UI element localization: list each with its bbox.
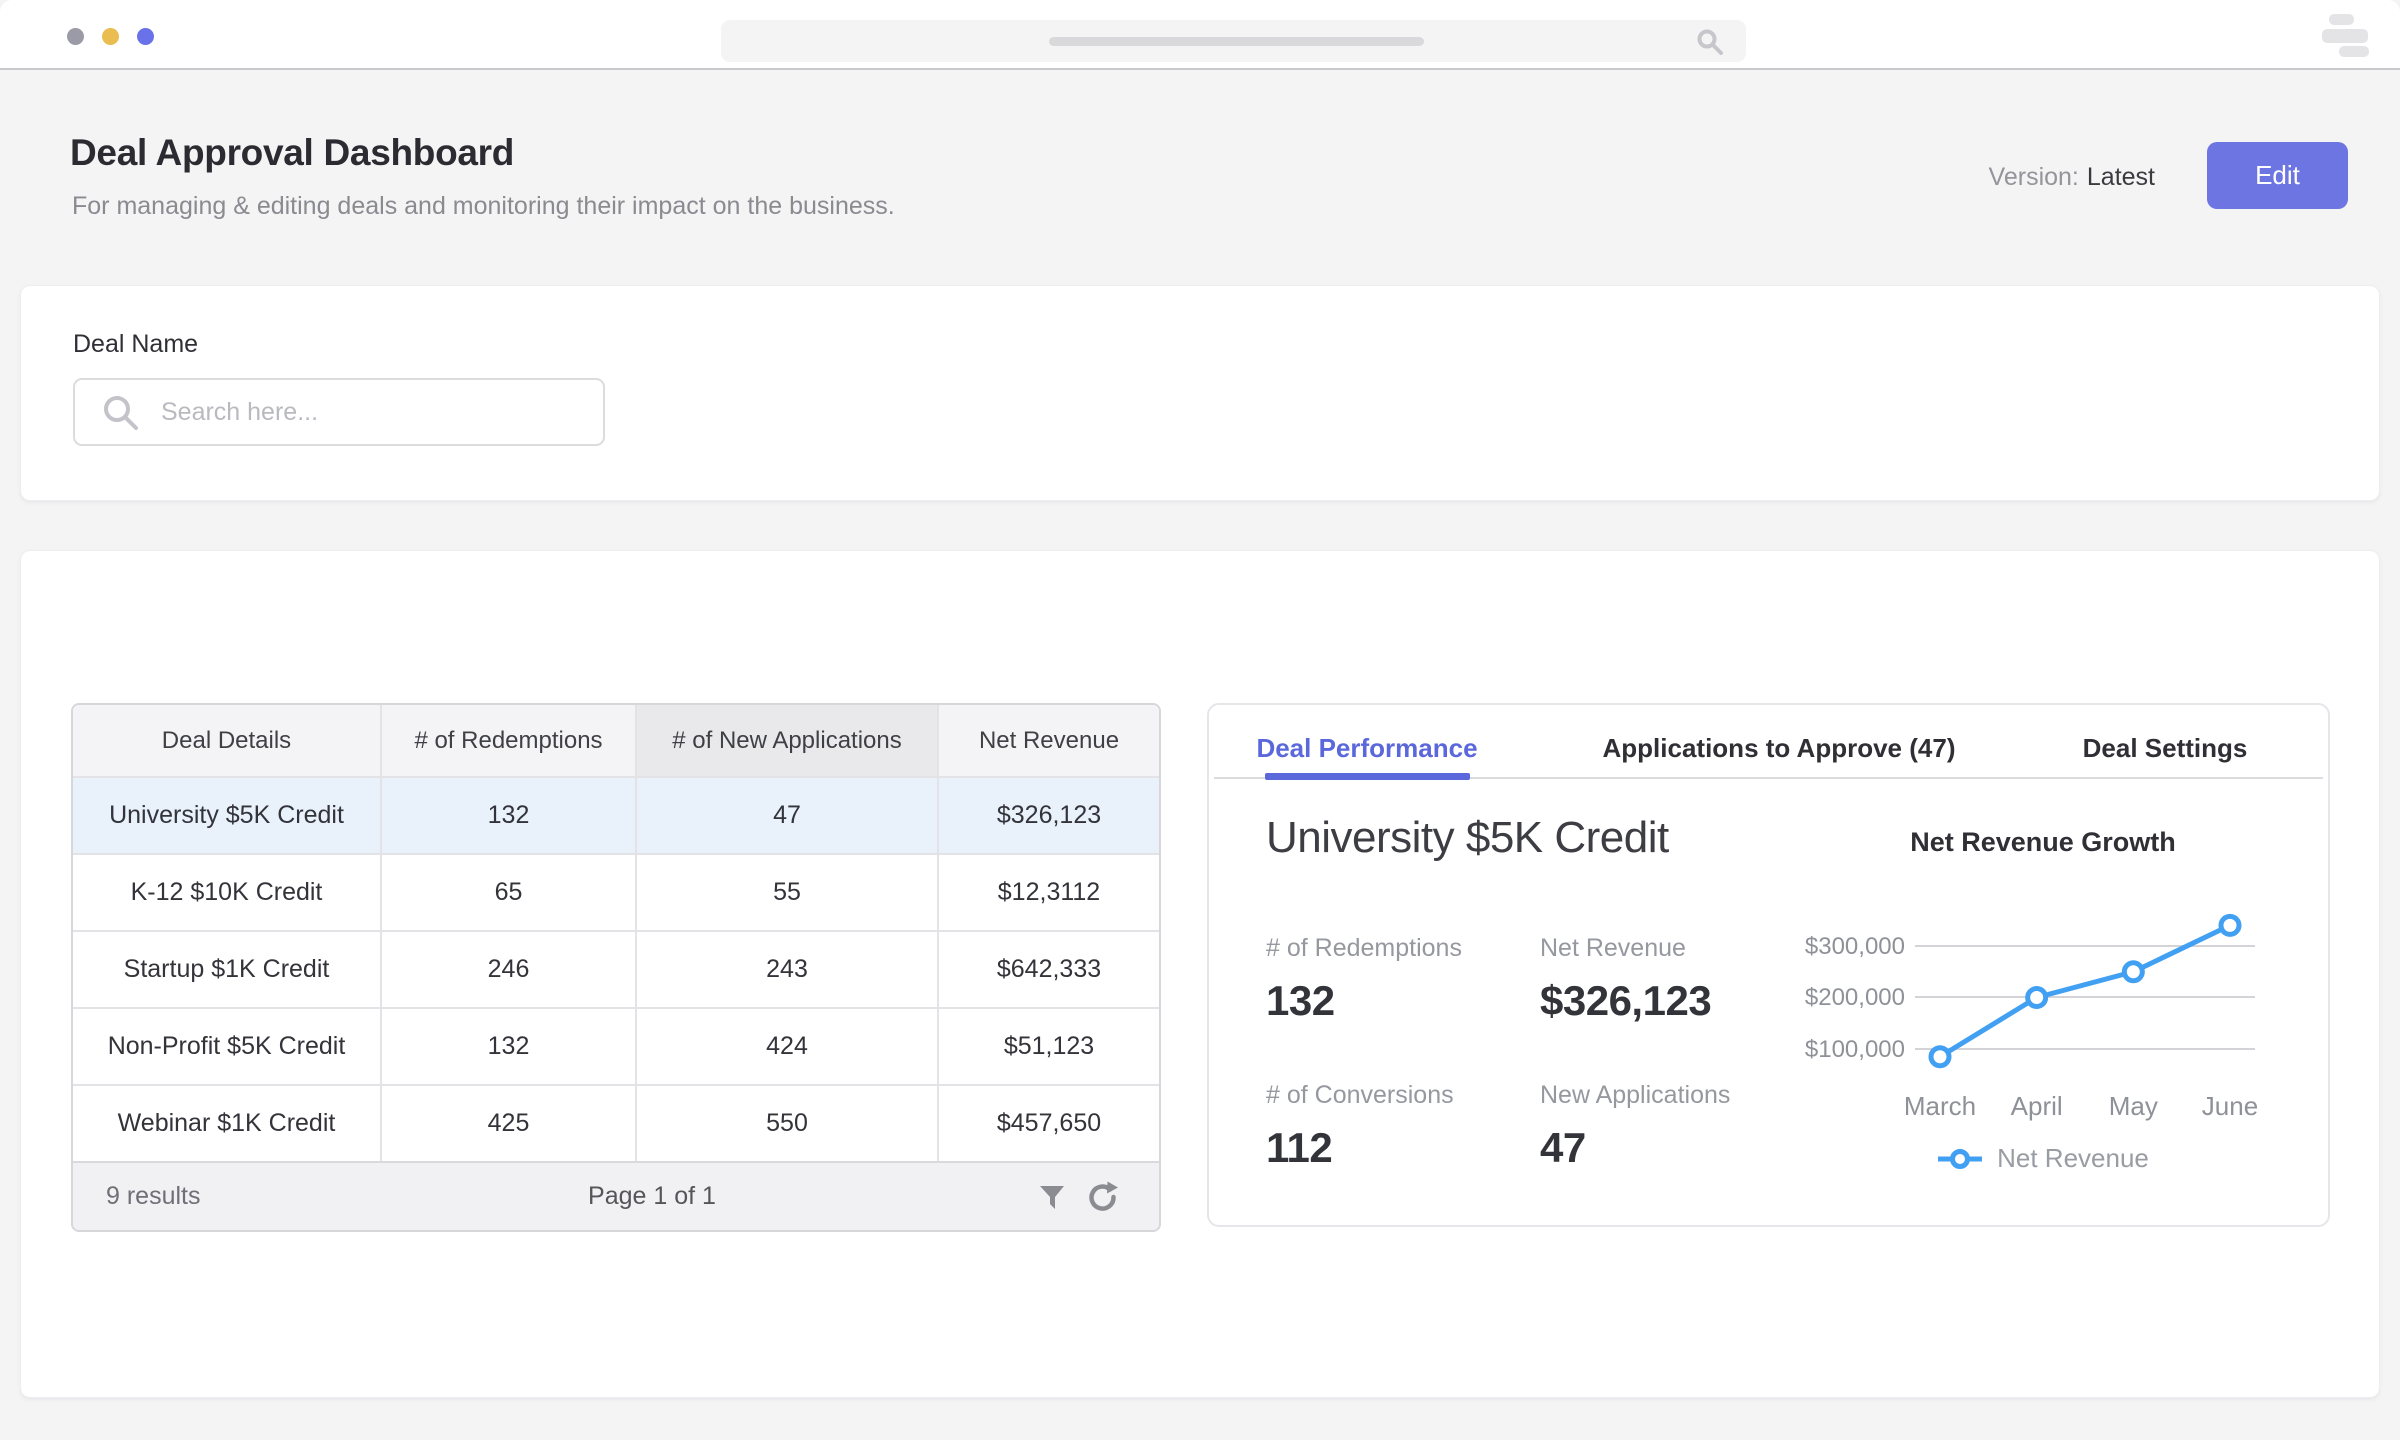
pagination-label: Page 1 of 1	[588, 1182, 716, 1211]
filter-button[interactable]	[1033, 1178, 1071, 1216]
cell-new-applications: 47	[635, 778, 937, 853]
cell-deal-name: University $5K Credit	[73, 778, 380, 853]
net-revenue-chart: Net Revenue Growth $300,000 $200,000 $100,…	[1793, 705, 2303, 1229]
results-count: 9 results	[106, 1182, 200, 1211]
chart-legend: Net Revenue	[1793, 1143, 2293, 1174]
stat-label: New Applications	[1540, 1081, 1810, 1110]
menu-bar-bottom	[2339, 46, 2369, 57]
cell-deal-name: Startup $1K Credit	[73, 932, 380, 1007]
table-row[interactable]: University $5K Credit 132 47 $326,123	[73, 776, 1159, 853]
svg-text:April: April	[2011, 1091, 2063, 1121]
cell-new-applications: 424	[635, 1009, 937, 1084]
version-value: Latest	[2087, 163, 2155, 191]
svg-text:$200,000: $200,000	[1805, 984, 1905, 1011]
deal-filter-card: Deal Name	[20, 285, 2380, 501]
window-control-minimize-icon[interactable]	[102, 28, 119, 45]
stat-value: 112	[1266, 1124, 1536, 1172]
cell-new-applications: 243	[635, 932, 937, 1007]
svg-text:June: June	[2202, 1091, 2258, 1121]
stat-label: Net Revenue	[1540, 934, 1810, 963]
page-subtitle: For managing & editing deals and monitor…	[72, 192, 895, 221]
deals-table: Deal Details # of Redemptions # of New A…	[71, 703, 1161, 1232]
svg-text:May: May	[2109, 1091, 2158, 1121]
browser-window: Deal Approval Dashboard For managing & e…	[0, 0, 2400, 1440]
version-label: Version:	[1989, 163, 2079, 191]
cell-redemptions: 425	[380, 1086, 635, 1161]
page-title: Deal Approval Dashboard	[70, 132, 514, 174]
table-footer: 9 results Page 1 of 1	[73, 1161, 1159, 1230]
refresh-button[interactable]	[1081, 1176, 1123, 1218]
stat-conversions: # of Conversions 112	[1266, 1081, 1536, 1172]
line-chart-plot: $300,000 $200,000 $100,000 March April May Jun…	[1793, 900, 2293, 1140]
cell-net-revenue: $457,650	[937, 1086, 1159, 1161]
svg-text:$100,000: $100,000	[1805, 1036, 1905, 1063]
browser-menu-icon[interactable]	[2322, 12, 2372, 58]
window-control-maximize-icon[interactable]	[137, 28, 154, 45]
stat-new-applications: New Applications 47	[1540, 1081, 1810, 1172]
stat-label: # of Redemptions	[1266, 934, 1536, 963]
menu-bar-top	[2329, 14, 2354, 25]
cell-redemptions: 132	[380, 778, 635, 853]
window-control-close-icon[interactable]	[67, 28, 84, 45]
table-row[interactable]: Startup $1K Credit 246 243 $642,333	[73, 930, 1159, 1007]
cell-net-revenue: $51,123	[937, 1009, 1159, 1084]
funnel-icon	[1037, 1182, 1067, 1212]
stat-value: 47	[1540, 1124, 1810, 1172]
cell-net-revenue: $642,333	[937, 932, 1159, 1007]
table-row[interactable]: Non-Profit $5K Credit 132 424 $51,123	[73, 1007, 1159, 1084]
stat-value: $326,123	[1540, 977, 1810, 1025]
cell-redemptions: 246	[380, 932, 635, 1007]
legend-label: Net Revenue	[1997, 1143, 2149, 1174]
deal-detail-panel: Deal Performance Applications to Approve…	[1207, 703, 2330, 1227]
cell-net-revenue: $12,3112	[937, 855, 1159, 930]
column-header-new-applications[interactable]: # of New Applications	[635, 705, 937, 776]
stat-redemptions: # of Redemptions 132	[1266, 934, 1536, 1025]
active-tab-indicator	[1265, 773, 1470, 780]
stat-net-revenue: Net Revenue $326,123	[1540, 934, 1810, 1025]
tab-deal-performance[interactable]: Deal Performance	[1256, 733, 1477, 764]
browser-chrome	[0, 0, 2400, 70]
column-header-net-revenue[interactable]: Net Revenue	[937, 705, 1159, 776]
cell-redemptions: 132	[380, 1009, 635, 1084]
chart-title: Net Revenue Growth	[1793, 827, 2293, 858]
selected-deal-title: University $5K Credit	[1266, 813, 1669, 863]
legend-marker-icon	[1937, 1148, 1983, 1170]
cell-net-revenue: $326,123	[937, 778, 1159, 853]
table-row[interactable]: K-12 $10K Credit 65 55 $12,3112	[73, 853, 1159, 930]
cell-new-applications: 55	[635, 855, 937, 930]
column-header-redemptions[interactable]: # of Redemptions	[380, 705, 635, 776]
svg-text:$300,000: $300,000	[1805, 933, 1905, 960]
cell-new-applications: 550	[635, 1086, 937, 1161]
url-placeholder-bar	[1049, 37, 1424, 46]
cell-redemptions: 65	[380, 855, 635, 930]
cell-deal-name: K-12 $10K Credit	[73, 855, 380, 930]
refresh-icon	[1085, 1180, 1119, 1214]
menu-bar-middle	[2322, 29, 2368, 43]
cell-deal-name: Non-Profit $5K Credit	[73, 1009, 380, 1084]
stat-value: 132	[1266, 977, 1536, 1025]
svg-text:March: March	[1904, 1091, 1976, 1121]
table-row[interactable]: Webinar $1K Credit 425 550 $457,650	[73, 1084, 1159, 1161]
table-header-row: Deal Details # of Redemptions # of New A…	[73, 705, 1159, 776]
dashboard-main-card: Deal Details # of Redemptions # of New A…	[20, 550, 2380, 1398]
deal-search-wrap	[73, 378, 605, 446]
version-row: Version: Latest	[1989, 163, 2155, 192]
column-header-deal-details[interactable]: Deal Details	[73, 705, 380, 776]
deal-search-input[interactable]	[73, 378, 605, 446]
cell-deal-name: Webinar $1K Credit	[73, 1086, 380, 1161]
edit-button[interactable]: Edit	[2207, 142, 2348, 209]
deal-name-label: Deal Name	[73, 330, 198, 359]
stat-label: # of Conversions	[1266, 1081, 1536, 1110]
browser-url-bar[interactable]	[721, 20, 1746, 62]
search-icon	[1696, 28, 1724, 56]
